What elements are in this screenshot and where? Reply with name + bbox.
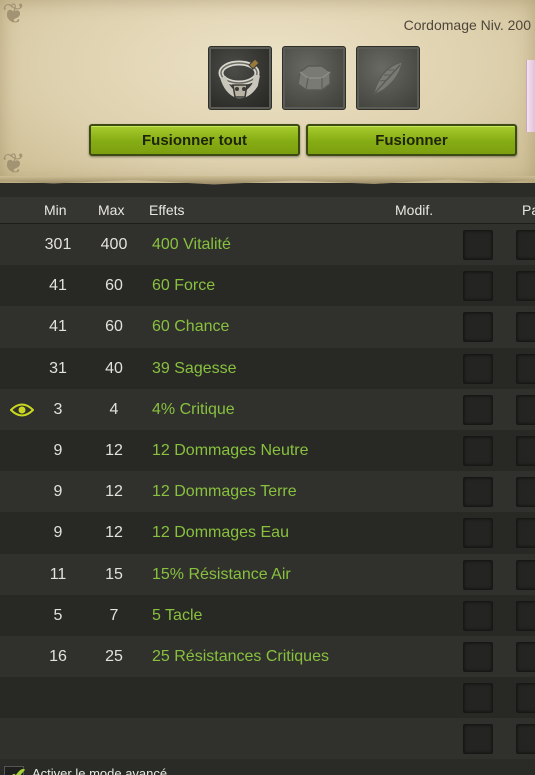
max-value: 7 bbox=[109, 606, 119, 624]
max-value: 15 bbox=[105, 565, 123, 583]
column-max: Max bbox=[98, 202, 125, 218]
min-value: 301 bbox=[44, 236, 72, 253]
modif-checkbox[interactable] bbox=[463, 394, 493, 425]
feather-slot[interactable] bbox=[356, 46, 420, 110]
fuse-button[interactable]: Fusionner bbox=[306, 124, 517, 156]
rune-slot-icon bbox=[297, 65, 331, 91]
min-value: 16 bbox=[49, 647, 67, 665]
effects-table: 301 400 400 Vitalité 41 60 60 Force 41 6… bbox=[0, 224, 535, 760]
ornament-icon: ❦ bbox=[2, 0, 26, 30]
min-value: 41 bbox=[49, 318, 67, 336]
column-effects: Effets bbox=[149, 202, 185, 218]
max-value: 40 bbox=[105, 359, 123, 377]
pa-checkbox[interactable] bbox=[516, 600, 535, 631]
table-row[interactable]: 301 400 400 Vitalité bbox=[0, 224, 535, 266]
table-row[interactable]: 41 60 60 Force bbox=[0, 265, 535, 307]
effect-label: 25 Résistances Critiques bbox=[152, 647, 329, 665]
effect-label: 5 Tacle bbox=[152, 606, 203, 624]
effects-table-header: Min Max Effets Modif. Pa bbox=[0, 197, 535, 224]
effect-label: 4% Critique bbox=[152, 400, 235, 418]
min-value: 9 bbox=[53, 524, 63, 542]
footer-bar: ✔ Activer le mode avancé bbox=[0, 760, 535, 775]
column-min: Min bbox=[44, 202, 67, 218]
max-value: 60 bbox=[105, 318, 123, 336]
modif-checkbox[interactable] bbox=[463, 724, 493, 755]
min-value: 5 bbox=[53, 606, 63, 624]
modif-checkbox[interactable] bbox=[463, 477, 493, 508]
pa-checkbox[interactable] bbox=[516, 394, 535, 425]
modif-checkbox[interactable] bbox=[463, 435, 493, 466]
table-row[interactable]: 31 40 39 Sagesse bbox=[0, 347, 535, 389]
feather-slot-icon bbox=[373, 61, 403, 95]
pa-checkbox[interactable] bbox=[516, 271, 535, 302]
pa-checkbox[interactable] bbox=[516, 477, 535, 508]
modif-checkbox[interactable] bbox=[463, 230, 493, 260]
modif-checkbox[interactable] bbox=[463, 353, 493, 384]
item-slot[interactable] bbox=[208, 46, 272, 110]
table-row[interactable]: 41 60 60 Chance bbox=[0, 306, 535, 348]
checkmark-icon: ✔ bbox=[10, 763, 27, 775]
max-value: 12 bbox=[105, 441, 123, 459]
advanced-mode-checkbox[interactable]: ✔ bbox=[4, 763, 27, 775]
fuse-all-button[interactable]: Fusionner tout bbox=[89, 124, 300, 156]
table-row[interactable]: 9 12 12 Dommages Neutre bbox=[0, 429, 535, 472]
effect-label: 60 Chance bbox=[152, 318, 230, 336]
eye-icon[interactable] bbox=[10, 402, 34, 418]
table-row[interactable]: 3 4 4% Critique bbox=[0, 388, 535, 430]
pa-checkbox[interactable] bbox=[516, 724, 535, 755]
max-value: 25 bbox=[105, 647, 123, 665]
advanced-mode-label[interactable]: Activer le mode avancé bbox=[32, 766, 167, 775]
effect-label: 12 Dommages Terre bbox=[152, 483, 297, 501]
modif-checkbox[interactable] bbox=[463, 600, 493, 631]
belt-item-icon bbox=[218, 58, 260, 99]
table-row[interactable]: 9 12 12 Dommages Terre bbox=[0, 471, 535, 513]
effect-label: 15% Résistance Air bbox=[152, 565, 291, 583]
max-value: 12 bbox=[105, 483, 123, 501]
column-modif: Modif. bbox=[395, 202, 434, 218]
pa-checkbox[interactable] bbox=[516, 518, 535, 549]
effect-label: 60 Force bbox=[152, 277, 216, 295]
effect-label: 12 Dommages Neutre bbox=[152, 441, 309, 459]
table-row[interactable]: 16 25 25 Résistances Critiques bbox=[0, 635, 535, 678]
modif-checkbox[interactable] bbox=[463, 312, 493, 343]
pa-checkbox[interactable] bbox=[516, 435, 535, 466]
table-row[interactable]: 11 15 15% Résistance Air bbox=[0, 553, 535, 595]
modif-checkbox[interactable] bbox=[463, 559, 493, 590]
pa-checkbox[interactable] bbox=[516, 353, 535, 384]
effect-label: 12 Dommages Eau bbox=[152, 524, 289, 542]
table-row[interactable]: 5 7 5 Tacle bbox=[0, 594, 535, 636]
min-value: 41 bbox=[49, 277, 67, 295]
pa-checkbox[interactable] bbox=[516, 683, 535, 714]
max-value: 400 bbox=[100, 236, 128, 253]
crafting-header: ❦ ❦ Cordomage Niv. 200 Fusionner tout Fu… bbox=[0, 0, 535, 183]
pa-checkbox[interactable] bbox=[516, 641, 535, 672]
profession-level: Cordomage Niv. 200 bbox=[403, 17, 531, 33]
pa-checkbox[interactable] bbox=[516, 312, 535, 343]
modif-checkbox[interactable] bbox=[463, 518, 493, 549]
modif-checkbox[interactable] bbox=[463, 271, 493, 302]
effect-label: 39 Sagesse bbox=[152, 359, 237, 377]
rune-slot[interactable] bbox=[282, 46, 346, 110]
table-row-empty bbox=[0, 718, 535, 760]
modif-checkbox[interactable] bbox=[463, 683, 493, 714]
min-value: 3 bbox=[53, 400, 63, 418]
max-value: 60 bbox=[105, 277, 123, 295]
table-row[interactable]: 9 12 12 Dommages Eau bbox=[0, 512, 535, 554]
max-value: 12 bbox=[105, 524, 123, 542]
pa-checkbox[interactable] bbox=[516, 559, 535, 590]
table-row-empty bbox=[0, 677, 535, 719]
column-pa: Pa bbox=[522, 202, 535, 218]
side-illustration bbox=[526, 60, 535, 132]
min-value: 31 bbox=[49, 359, 67, 377]
pa-checkbox[interactable] bbox=[516, 230, 535, 260]
min-value: 9 bbox=[53, 441, 63, 459]
min-value: 11 bbox=[49, 565, 67, 583]
modif-checkbox[interactable] bbox=[463, 641, 493, 672]
ornament-icon: ❦ bbox=[2, 147, 26, 180]
max-value: 4 bbox=[109, 400, 119, 418]
min-value: 9 bbox=[53, 483, 63, 501]
effect-label: 400 Vitalité bbox=[152, 236, 231, 253]
